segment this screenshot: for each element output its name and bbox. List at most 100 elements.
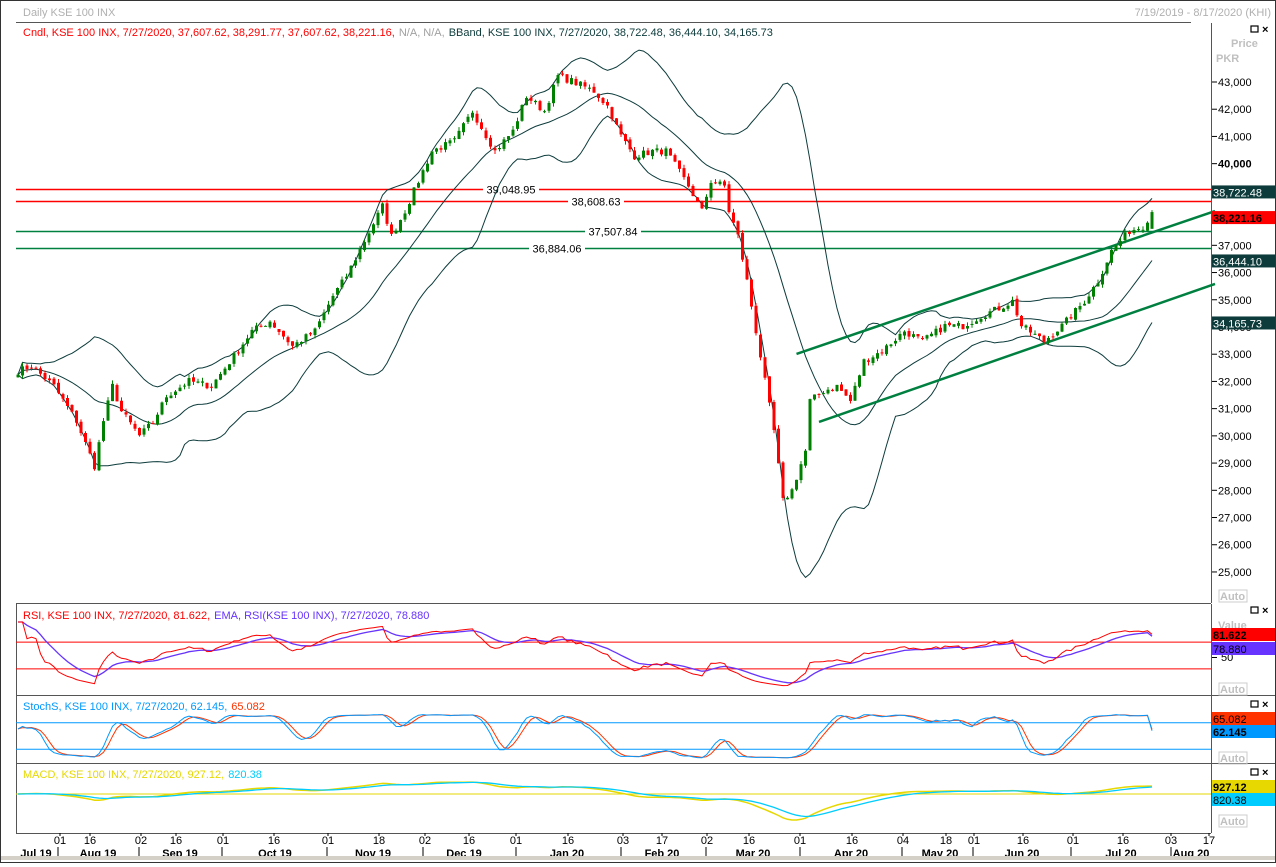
time-tick-label: 04: [897, 835, 909, 847]
candle-body: [543, 111, 546, 113]
candle-body: [804, 450, 807, 466]
price-tag-text: 38,722.48: [1213, 187, 1262, 199]
stochastic-pane[interactable]: StochS, KSE 100 INX, 7/27/2020, 62.145, 6…: [16, 699, 1276, 764]
candle-body: [687, 176, 690, 187]
candle-body: [210, 386, 213, 388]
candle-body: [876, 353, 879, 359]
macd-pane[interactable]: MACD, KSE 100 INX, 7/27/2020, 927.12, 820…: [16, 767, 1268, 834]
candle-body: [799, 464, 803, 481]
candle-body: [187, 378, 191, 386]
candle-body: [934, 328, 938, 336]
candle-body: [520, 105, 524, 121]
candle-body: [480, 122, 483, 129]
candle-body: [718, 181, 722, 185]
rsi-maximize-icon[interactable]: [1250, 606, 1259, 614]
candle-body: [1015, 298, 1019, 316]
stoch-close-icon[interactable]: ×: [1262, 699, 1268, 711]
price-tick-label: 30,000: [1218, 431, 1252, 443]
candle-body: [1123, 232, 1127, 241]
candle-body: [885, 345, 888, 355]
candle-body: [961, 324, 965, 330]
time-tick-label: 18: [940, 835, 952, 847]
candle-body: [367, 233, 371, 243]
candle-body: [205, 382, 209, 389]
candle-body: [637, 157, 641, 160]
time-tick-label: 01: [510, 835, 522, 847]
candle-body: [709, 182, 713, 198]
candle-body: [754, 305, 758, 334]
macd-close-icon[interactable]: ×: [1262, 767, 1268, 779]
candle-body: [102, 421, 105, 441]
stoch-legend-k: StochS, KSE 100 INX, 7/27/2020, 62.145,: [23, 701, 227, 713]
candle-body: [331, 295, 335, 306]
macd-maximize-icon[interactable]: [1250, 768, 1259, 776]
price-tick-label: 28,000: [1218, 485, 1252, 497]
price-auto-label: Auto: [1220, 591, 1245, 603]
candle-body: [97, 442, 101, 471]
rsi-close-icon[interactable]: ×: [1262, 605, 1268, 617]
close-icon[interactable]: ×: [1262, 24, 1268, 36]
candle-body: [844, 389, 848, 396]
horizontal-scrollbar[interactable]: [1, 856, 1275, 860]
candle-body: [142, 428, 146, 435]
candle-body: [835, 384, 839, 392]
macd-value: 927.12: [1213, 782, 1247, 794]
candle-body: [223, 368, 227, 375]
candle-body: [723, 181, 726, 186]
trend-channel-line[interactable]: [796, 209, 1216, 356]
legend-candle: Cndl, KSE 100 INX, 7/27/2020, 37,607.62,…: [23, 27, 773, 39]
candle-body: [250, 329, 254, 339]
horizontal-levels[interactable]: 39,048.95 38,608.63 37,507.84 36,884.06: [16, 183, 1211, 256]
candle-body: [700, 201, 704, 209]
candle-body: [831, 389, 834, 391]
candle-body: [1092, 286, 1095, 297]
candle-body: [570, 78, 573, 85]
macd-lines: [16, 781, 1211, 821]
trend-channel[interactable]: [796, 209, 1216, 424]
candle-body: [660, 149, 663, 155]
date-range: 7/19/2019 - 8/17/2020 (KHI): [1135, 7, 1271, 19]
legend-na: N/A, N/A,: [399, 27, 445, 39]
candle-body: [349, 265, 353, 278]
candle-body: [597, 93, 600, 98]
candle-body: [457, 130, 461, 139]
candle-body: [691, 185, 695, 197]
candle-body: [129, 415, 132, 423]
candle-body: [259, 325, 263, 327]
candle-body: [264, 325, 267, 327]
candle-body: [916, 334, 920, 337]
macd-auto-label: Auto: [1220, 816, 1245, 828]
candle-body: [655, 148, 659, 151]
time-tick-label: 02: [701, 835, 713, 847]
candle-body: [439, 148, 443, 150]
stoch-k-line: [17, 714, 1153, 759]
time-axis[interactable]: 01 16 02 16 01 16 01 18 02 16 01 16 03 17 02 16 01 16 04 18…: [20, 833, 1215, 860]
price-tag-text: 36,444.10: [1213, 256, 1262, 268]
candle-body: [268, 321, 272, 328]
candle-body: [673, 155, 677, 162]
candle-body: [124, 412, 128, 415]
signal-value: 820.38: [1213, 795, 1247, 807]
candle-body: [466, 116, 470, 122]
maximize-icon[interactable]: [1250, 25, 1259, 33]
time-tick-label: 02: [135, 835, 147, 847]
price-tick-label: 26,000: [1218, 540, 1252, 552]
candle-body: [534, 100, 537, 103]
candle-body: [651, 149, 654, 157]
candle-body: [579, 81, 582, 86]
macd-legend-text: MACD, KSE 100 INX, 7/27/2020, 927.12,: [23, 769, 224, 781]
candle-body: [336, 287, 339, 295]
candle-body: [1006, 305, 1010, 309]
macd-legend-signal: 820.38: [228, 769, 262, 781]
candle-body: [358, 249, 362, 260]
stoch-maximize-icon[interactable]: [1250, 700, 1259, 708]
candle-body: [201, 381, 204, 383]
time-tick-label: 18: [373, 835, 385, 847]
candle-body: [849, 394, 852, 401]
candle-body: [867, 360, 870, 362]
candlesticks: [16, 70, 1154, 501]
candle-body: [727, 184, 731, 213]
price-pane[interactable]: Cndl, KSE 100 INX, 7/27/2020, 37,607.62,…: [16, 23, 1275, 604]
candle-body: [745, 259, 749, 280]
candle-body: [421, 170, 425, 183]
